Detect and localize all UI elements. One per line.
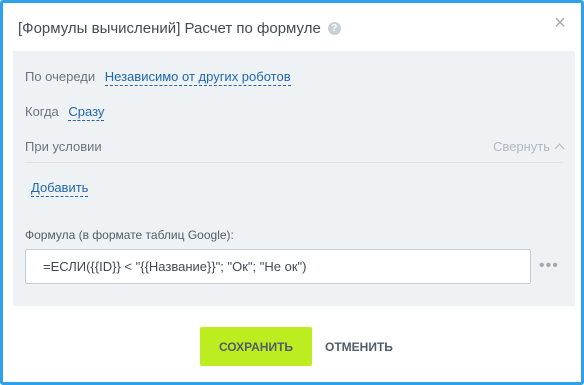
chevron-up-icon [554,143,565,154]
add-condition-link[interactable]: Добавить [31,180,89,197]
queue-row: По очереди Независимо от других роботов [25,69,291,86]
when-link[interactable]: Сразу [68,104,105,121]
formula-input[interactable] [25,249,531,284]
save-button[interactable]: СОХРАНИТЬ [200,327,312,366]
dialog-title: [Формулы вычислений] Расчет по формуле [18,20,321,37]
queue-label: По очереди [25,69,96,84]
settings-panel: По очереди Независимо от других роботов … [13,51,575,306]
when-label: Когда [25,104,59,119]
close-icon[interactable]: × [552,13,568,33]
more-options-icon[interactable]: ••• [539,258,559,274]
when-row: Когда Сразу [25,104,105,121]
condition-header: При условии Свернуть [25,139,565,163]
collapse-button[interactable]: Свернуть [492,139,565,154]
robot-settings-dialog: [Формулы вычислений] Расчет по формуле ?… [0,0,584,385]
cancel-button[interactable]: ОТМЕНИТЬ [318,327,400,366]
formula-label: Формула (в формате таблиц Google): [25,228,234,242]
help-icon[interactable]: ? [327,22,341,35]
condition-label: При условии [25,139,102,154]
collapse-label: Свернуть [492,139,550,154]
dialog-header: [Формулы вычислений] Расчет по формуле ? [18,20,341,37]
queue-mode-link[interactable]: Независимо от других роботов [104,69,291,86]
